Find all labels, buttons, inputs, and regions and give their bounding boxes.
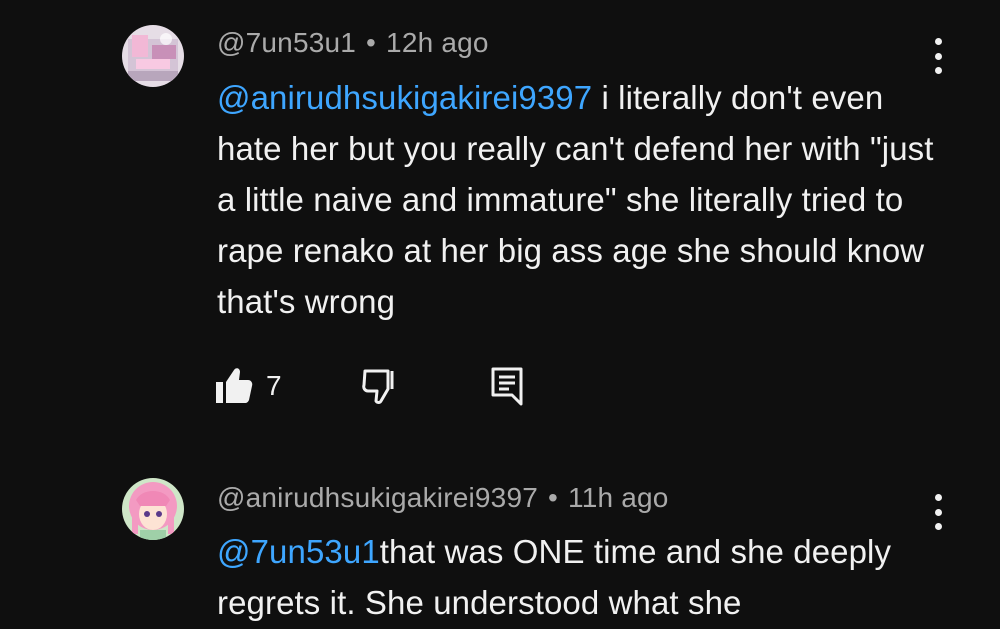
meta-separator: • [548,482,559,513]
reply-comment-icon [491,367,523,406]
more-vertical-icon [934,38,942,45]
comment-menu-button[interactable] [922,36,954,76]
comment-meta: @anirudhsukigakirei9397 • 11h ago [217,482,669,514]
comment-author[interactable]: @anirudhsukigakirei9397 [217,482,538,513]
thumbs-up-icon [216,368,253,403]
comment-text: @7un53u1that was ONE time and she deeply… [217,526,937,628]
pink-hair-anime-girl-avatar-icon [122,478,184,540]
like-count: 7 [266,370,282,401]
comment-text: @anirudhsukigakirei9397 i literally don'… [217,72,937,327]
comment-thread-item: @7un53u1 • 12h ago @anirudhsukigakirei9397… [0,0,1000,440]
dislike-button[interactable] [358,364,400,408]
comment-meta: @7un53u1 • 12h ago [217,27,489,59]
comment-thread-item: @anirudhsukigakirei9397 • 11h ago @7un53u1… [0,440,1000,629]
meta-separator: • [366,27,377,58]
like-button[interactable]: 7 [212,364,282,408]
more-vertical-icon [934,494,942,501]
thumbs-down-icon [362,369,394,404]
avatar[interactable] [122,25,184,87]
avatar[interactable] [122,478,184,540]
reply-button[interactable] [490,364,524,408]
comment-author[interactable]: @7un53u1 [217,27,356,58]
comment-mention[interactable]: @7un53u1 [217,533,380,570]
comment-mention[interactable]: @anirudhsukigakirei9397 [217,79,592,116]
comment-time[interactable]: 11h ago [568,482,669,513]
pink-anime-avatar-icon [122,25,184,87]
comment-time[interactable]: 12h ago [386,27,489,58]
